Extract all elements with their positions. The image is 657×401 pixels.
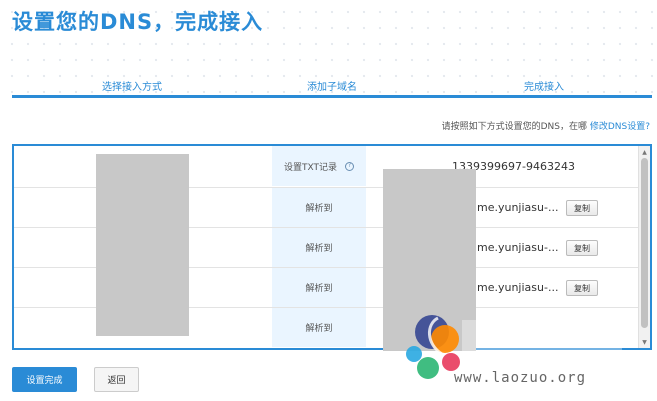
redacted-domain-column <box>96 154 189 336</box>
record-type: 解析到 <box>272 228 366 267</box>
watermark: www.laozuo.org <box>398 310 657 401</box>
record-type-label: 设置TXT记录 <box>283 162 337 173</box>
record-value: me.yunjiasu-... <box>477 281 559 294</box>
watermark-domain: www.laozuo.org <box>454 370 587 386</box>
dns-hint: 请按照如下方式设置您的DNS，在哪 修改DNS设置? <box>442 119 650 132</box>
record-value: me.yunjiasu-... <box>477 241 559 254</box>
watermark-logo-icon <box>406 315 622 379</box>
step-progress-bar <box>12 95 652 98</box>
record-type: 解析到 <box>272 308 366 347</box>
copy-button[interactable]: 复制 <box>566 280 598 296</box>
scroll-thumb[interactable] <box>641 158 648 328</box>
step-choose-method: 选择接入方式 <box>102 82 162 93</box>
copy-button[interactable]: 复制 <box>566 200 598 216</box>
step-complete: 完成接入 <box>524 82 564 93</box>
back-button[interactable]: 返回 <box>94 367 139 392</box>
record-type-label: 解析到 <box>305 324 333 334</box>
scroll-up-icon[interactable]: ▲ <box>641 148 648 156</box>
modify-dns-link[interactable]: 修改DNS设置? <box>590 122 650 132</box>
page-title: 设置您的DNS，完成接入 <box>12 10 264 34</box>
record-type: 解析到 <box>272 188 366 227</box>
record-value: me.yunjiasu-... <box>477 201 559 214</box>
record-type-label: 解析到 <box>305 244 333 254</box>
record-type: 解析到 <box>272 268 366 307</box>
dns-hint-text: 请按照如下方式设置您的DNS，在哪 <box>441 122 587 132</box>
record-type: 设置TXT记录 ? <box>272 146 366 186</box>
step-indicator: 选择接入方式 添加子域名 完成接入 <box>12 78 652 94</box>
finish-setup-button[interactable]: 设置完成 <box>12 367 77 392</box>
help-icon[interactable]: ? <box>345 161 354 171</box>
step-add-subdomain: 添加子域名 <box>307 82 357 93</box>
record-type-label: 解析到 <box>305 284 333 294</box>
record-type-label: 解析到 <box>305 204 333 214</box>
copy-button[interactable]: 复制 <box>566 240 598 256</box>
